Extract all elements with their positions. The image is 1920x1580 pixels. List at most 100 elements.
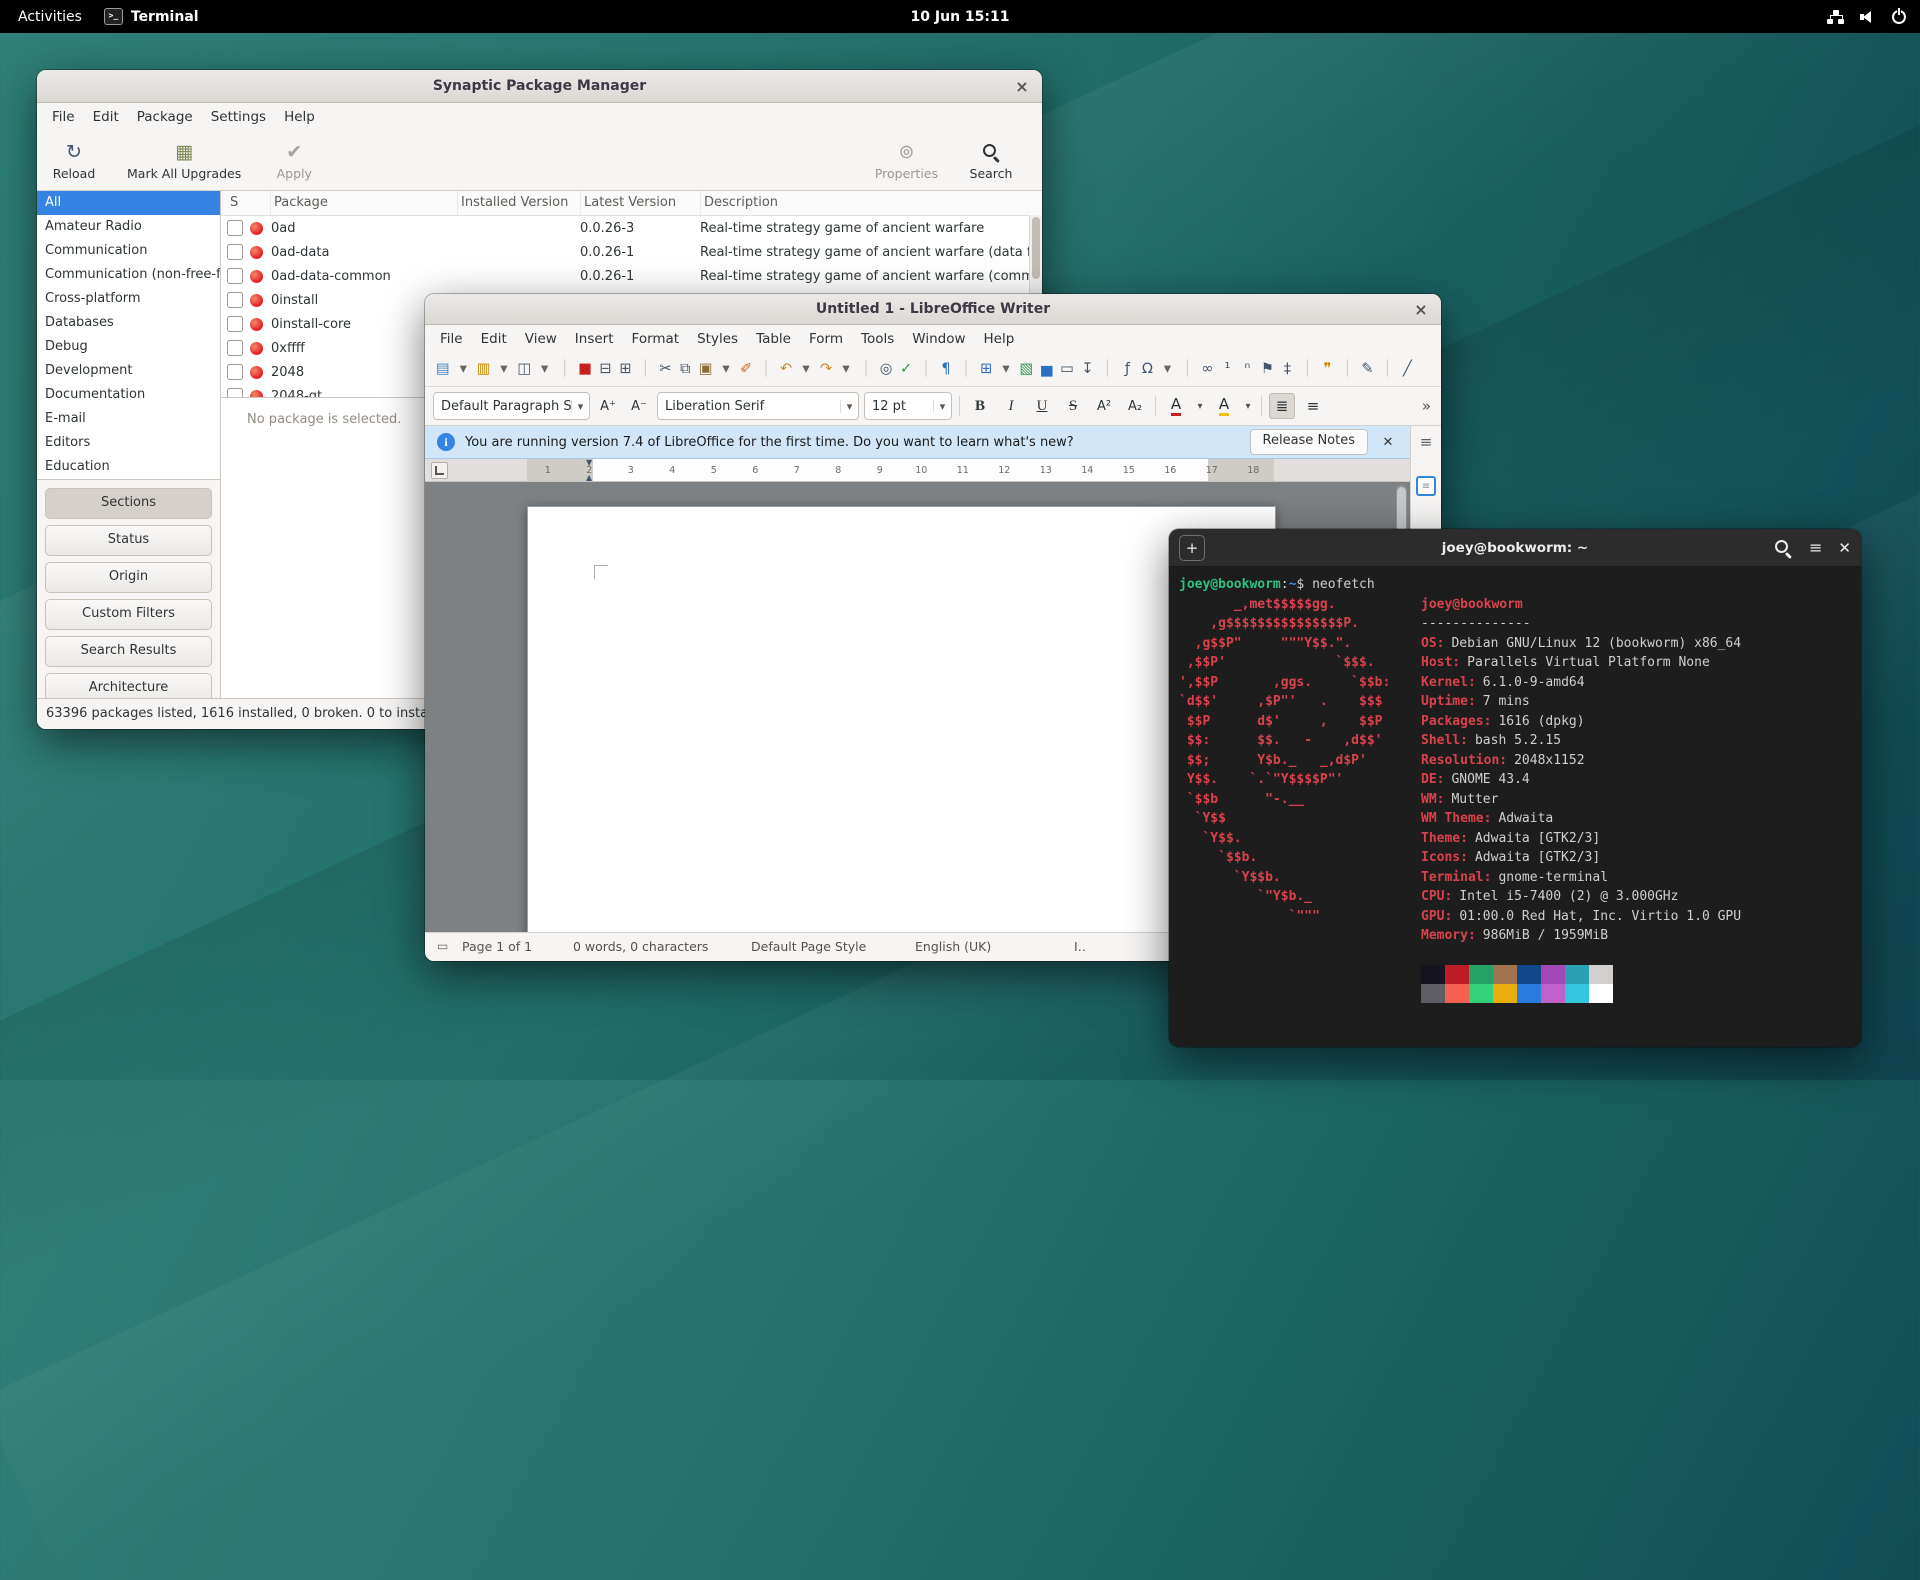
copy-icon[interactable]: ⧉	[676, 356, 695, 382]
page-break-icon[interactable]: ↧	[1078, 356, 1097, 382]
insert-chart-icon[interactable]: ▅	[1037, 356, 1056, 382]
chevron-down-icon[interactable]: ▾	[1242, 401, 1254, 412]
package-checkbox[interactable]	[227, 364, 243, 380]
toolbar-separator[interactable]: │	[1298, 356, 1317, 382]
dropdown-caret[interactable]: ▾	[997, 356, 1016, 382]
toolbar-separator[interactable]: │	[1338, 356, 1357, 382]
menu-item[interactable]: Format	[623, 328, 689, 350]
new-tab-button[interactable]: +	[1179, 534, 1205, 561]
footnote-icon[interactable]: ¹	[1218, 356, 1237, 382]
bullet-list-button[interactable]: ≣	[1269, 393, 1295, 419]
package-row[interactable]: 0ad 0.0.26-3 Real-time strategy game of …	[221, 216, 1042, 240]
first-line-indent-marker[interactable]: ▼	[586, 459, 592, 467]
category-item[interactable]: Education	[37, 455, 220, 479]
package-checkbox[interactable]	[227, 220, 243, 236]
column-header-package[interactable]: Package	[271, 191, 458, 215]
menu-item[interactable]: File	[431, 328, 472, 350]
close-button[interactable]: ×	[1011, 75, 1033, 97]
clock[interactable]: 10 Jun 15:11	[911, 9, 1010, 25]
sidebar-filter-button[interactable]: Status	[45, 525, 212, 556]
sidebar-filter-button[interactable]: Sections	[45, 488, 212, 519]
activities-button[interactable]: Activities	[18, 9, 82, 25]
chevron-down-icon[interactable]: ▾	[1194, 401, 1206, 412]
chevron-down-icon[interactable]: ▾	[571, 399, 589, 413]
toolbar-separator[interactable]: │	[1178, 356, 1197, 382]
category-item[interactable]: E-mail	[37, 407, 220, 431]
category-item[interactable]: Development	[37, 359, 220, 383]
dropdown-caret[interactable]: ▾	[837, 356, 856, 382]
category-item[interactable]: Communication (non-free-firm	[37, 263, 220, 287]
print-preview-icon[interactable]: ⊞	[616, 356, 635, 382]
left-indent-marker[interactable]: ▲	[586, 473, 592, 481]
paste-icon[interactable]: ▣	[696, 356, 716, 382]
toolbar-separator[interactable]: │	[957, 356, 976, 382]
toolbar-separator[interactable]: │	[1098, 356, 1117, 382]
toolbar-separator[interactable]: │	[555, 356, 574, 382]
sidebar-filter-button[interactable]: Architecture	[45, 673, 212, 698]
toolbar-separator[interactable]: │	[857, 356, 876, 382]
superscript-button[interactable]: A²	[1091, 393, 1117, 419]
track-changes-icon[interactable]: ✎	[1358, 356, 1377, 382]
toolbar-separator[interactable]: │	[1378, 356, 1397, 382]
insert-image-icon[interactable]: ▧	[1017, 356, 1037, 382]
chevron-down-icon[interactable]: ▾	[933, 399, 951, 413]
cross-reference-icon[interactable]: ‡	[1278, 356, 1297, 382]
package-row[interactable]: 0ad-data-common 0.0.26-1 Real-time strat…	[221, 264, 1042, 288]
chevron-down-icon[interactable]: ▾	[840, 399, 858, 413]
special-character-icon[interactable]: Ω	[1138, 356, 1157, 382]
menu-item[interactable]: Tools	[852, 328, 903, 350]
formatting-marks-icon[interactable]: ¶	[937, 356, 956, 382]
system-status-area[interactable]	[1827, 0, 1906, 33]
category-item[interactable]: Amateur Radio	[37, 215, 220, 239]
package-checkbox[interactable]	[227, 268, 243, 284]
menu-item[interactable]: Edit	[472, 328, 516, 350]
package-checkbox[interactable]	[227, 316, 243, 332]
dropdown-caret[interactable]: ▾	[717, 356, 736, 382]
paragraph-style-combobox[interactable]: Default Paragraph Styl ▾	[433, 392, 590, 420]
subscript-button[interactable]: A₂	[1122, 393, 1148, 419]
category-item[interactable]: Communication	[37, 239, 220, 263]
properties-button[interactable]: ⊚ Properties	[875, 140, 938, 181]
close-button[interactable]: ×	[1410, 298, 1432, 320]
toolbar-separator[interactable]: │	[636, 356, 655, 382]
dropdown-caret[interactable]: ▾	[494, 356, 513, 382]
endnote-icon[interactable]: ⁿ	[1238, 356, 1257, 382]
dropdown-caret[interactable]: ▾	[797, 356, 816, 382]
italic-button[interactable]: I	[998, 393, 1024, 419]
menu-item[interactable]: Edit	[84, 106, 128, 128]
font-size-combobox[interactable]: 12 pt ▾	[864, 392, 952, 420]
menu-item[interactable]: File	[43, 106, 84, 128]
selection-mode-icon[interactable]: ▭	[437, 939, 448, 953]
dropdown-caret[interactable]: ▾	[535, 356, 554, 382]
hyperlink-icon[interactable]: ∞	[1198, 356, 1217, 382]
toolbar-separator[interactable]: │	[917, 356, 936, 382]
column-header-description[interactable]: Description	[701, 191, 1042, 215]
dropdown-caret[interactable]: ▾	[1158, 356, 1177, 382]
category-item[interactable]: Cross-platform	[37, 287, 220, 311]
category-item[interactable]: Editors	[37, 431, 220, 455]
cut-icon[interactable]: ✂	[656, 356, 675, 382]
apply-button[interactable]: ✔ Apply	[267, 140, 321, 181]
save-icon[interactable]: ◫	[514, 356, 534, 382]
insert-comment-icon[interactable]: ❞	[1318, 356, 1337, 382]
export-pdf-icon[interactable]: ■	[575, 356, 595, 382]
open-icon[interactable]: ▥	[474, 356, 494, 382]
text-language[interactable]: English (UK)	[915, 939, 991, 954]
page-style[interactable]: Default Page Style	[751, 939, 866, 954]
spelling-icon[interactable]: ✓	[897, 356, 916, 382]
word-count[interactable]: 0 words, 0 characters	[573, 939, 708, 954]
menu-item[interactable]: Table	[747, 328, 800, 350]
release-notes-button[interactable]: Release Notes	[1249, 429, 1368, 455]
column-header-s[interactable]: S	[227, 191, 271, 215]
numbered-list-button[interactable]: ≡	[1300, 393, 1326, 419]
close-icon[interactable]: ✕	[1838, 539, 1851, 557]
new-doc-icon[interactable]: ▤	[433, 356, 453, 382]
print-icon[interactable]: ⊟	[596, 356, 615, 382]
insert-line-icon[interactable]: ╱	[1398, 356, 1417, 382]
toolbar-separator[interactable]: │	[757, 356, 776, 382]
infobar-close-icon[interactable]: ✕	[1378, 435, 1398, 450]
package-checkbox[interactable]	[227, 340, 243, 356]
search-icon[interactable]	[1773, 538, 1793, 558]
insert-table-icon[interactable]: ⊞	[977, 356, 996, 382]
package-row[interactable]: 0ad-data 0.0.26-1 Real-time strategy gam…	[221, 240, 1042, 264]
